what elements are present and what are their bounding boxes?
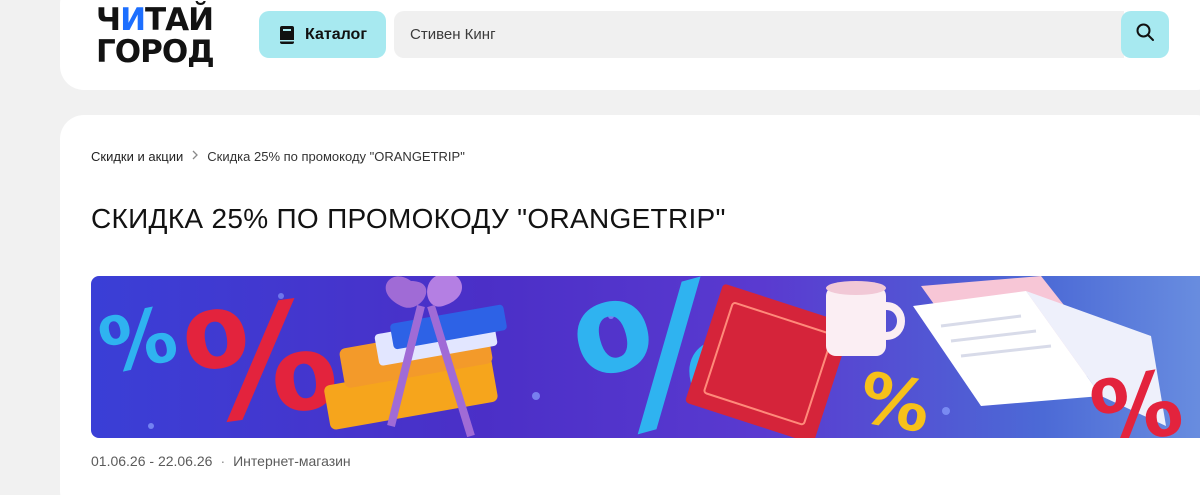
promo-channel: Интернет-магазин <box>233 453 351 469</box>
svg-text:%: % <box>853 356 936 438</box>
catalog-label: Каталог <box>305 25 367 43</box>
search-icon <box>1135 22 1155 47</box>
percent-icon: % <box>1083 350 1190 438</box>
logo-letters: ТАЙ <box>145 2 214 38</box>
svg-text:%: % <box>1083 350 1190 438</box>
promo-dates: 01.06.26 - 22.06.26 <box>91 453 213 469</box>
book-icon <box>278 25 296 45</box>
percent-icon: % <box>853 356 936 438</box>
search-input[interactable]: Стивен Кинг <box>394 11 1124 58</box>
logo-letter: Ч <box>96 2 121 38</box>
svg-text:%: % <box>174 276 347 438</box>
logo-line-1: ЧИТАЙ <box>96 4 226 36</box>
chevron-right-icon <box>191 149 199 163</box>
page-title: СКИДКА 25% ПО ПРОМОКОДУ "ORANGETRIP" <box>91 203 726 234</box>
search-value: Стивен Кинг <box>410 26 496 43</box>
breadcrumb: Скидки и акции Скидка 25% по промокоду "… <box>91 148 465 164</box>
search-button[interactable] <box>1121 11 1169 58</box>
promo-meta: 01.06.26 - 22.06.26 · Интернет-магазин <box>91 453 351 469</box>
catalog-button[interactable]: Каталог <box>259 11 386 58</box>
breadcrumb-item-current: Скидка 25% по промокоду "ORANGETRIP" <box>207 148 465 164</box>
logo[interactable]: ЧИТАЙ ГОРОД <box>96 4 226 72</box>
promo-banner[interactable]: % % % % % <box>91 276 1200 438</box>
percent-icon: % <box>174 276 347 438</box>
breadcrumb-item-discounts[interactable]: Скидки и акции <box>91 149 183 164</box>
meta-separator: · <box>220 453 226 469</box>
logo-letter-accent: И <box>120 2 146 38</box>
logo-line-2: ГОРОД <box>96 34 215 70</box>
